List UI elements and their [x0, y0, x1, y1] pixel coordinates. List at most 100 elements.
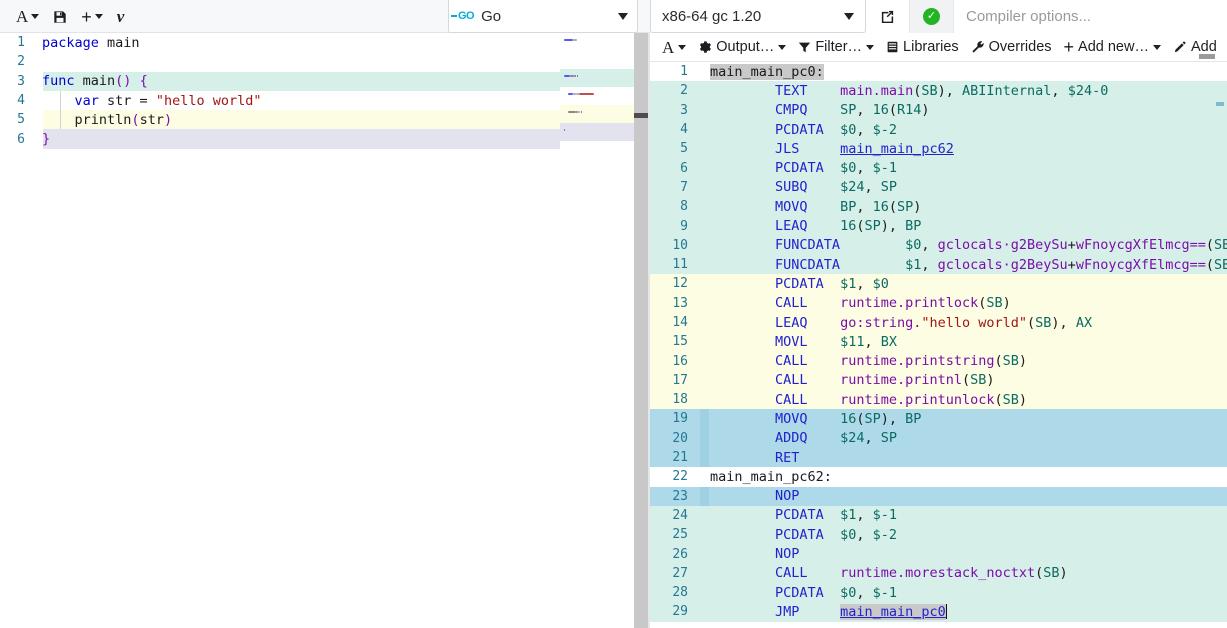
asm-line[interactable]: 3 CMPQ SP, 16(R14) [650, 100, 1227, 120]
asm-line[interactable]: 11 FUNCDATA $1, gclocals·g2BeySu+wFnoycg… [650, 254, 1227, 275]
asm-line-number: 11 [672, 257, 688, 273]
compile-status-button[interactable]: ✓ [910, 0, 954, 33]
asm-line[interactable]: 12 PCDATA $1, $0 [650, 274, 1227, 294]
minimap-highlight [560, 105, 634, 123]
libraries-button[interactable]: Libraries [880, 36, 965, 59]
asm-line[interactable]: 15 MOVL $11, BX [650, 332, 1227, 352]
source-line[interactable]: 1 package main [0, 33, 560, 52]
source-line-text: package main [42, 34, 140, 51]
source-line[interactable]: 3 func main() { [0, 71, 560, 91]
font-size-icon: A [16, 7, 29, 26]
asm-line-text: PCDATA $0, $-1 [775, 584, 897, 601]
indent-guide [60, 110, 61, 130]
compiler-options-input[interactable] [966, 8, 1215, 25]
add-new-button-label: Add new… [1078, 39, 1149, 55]
asm-line[interactable]: 20 ADDQ $24, SP [650, 428, 1227, 448]
asm-line[interactable]: 14 LEAQ go:string."hello world"(SB), AX [650, 312, 1227, 333]
source-line[interactable]: 2 [0, 52, 560, 71]
asm-line-text: NOP [775, 488, 800, 505]
asm-line[interactable]: 1 main_main_pc0: [650, 62, 1227, 81]
asm-line[interactable]: 9 LEAQ 16(SP), BP [650, 216, 1227, 236]
font-size-button[interactable]: A [9, 4, 46, 29]
chevron-down-icon [94, 14, 103, 19]
go-logo-icon: GO [450, 10, 475, 22]
pencil-icon [1174, 41, 1186, 53]
source-line[interactable]: 4 var str = "hello world" [0, 90, 560, 111]
asm-line[interactable]: 19 MOVQ 16(SP), BP [650, 409, 1227, 429]
external-link-icon [881, 10, 894, 23]
source-line-number: 4 [17, 93, 25, 109]
plus-icon: + [81, 6, 92, 27]
asm-line[interactable]: 24 PCDATA $1, $-1 [650, 505, 1227, 526]
language-selector-value: Go [481, 7, 502, 25]
asm-line-number: 26 [672, 546, 688, 562]
add-new-button[interactable]: + Add new… [1058, 36, 1167, 59]
add-button[interactable]: + [74, 4, 110, 29]
add-tool-button-label: Add [1190, 39, 1217, 55]
chevron-down-icon [1152, 44, 1161, 50]
editor-vertical-scrollbar[interactable] [634, 33, 648, 628]
filter-button-label: Filter… [815, 39, 863, 55]
asm-line-text: SUBQ $24, SP [775, 179, 897, 196]
asm-line[interactable]: 7 SUBQ $24, SP [650, 177, 1227, 198]
asm-line[interactable]: 29 JMP main_main_pc0 [650, 602, 1227, 622]
asm-line-text: PCDATA $1, $0 [775, 275, 889, 292]
overrides-button[interactable]: Overrides [965, 36, 1058, 59]
minimap-line [579, 93, 594, 95]
asm-line-text: PCDATA $0, $-2 [775, 121, 897, 138]
minimap-line [568, 111, 577, 113]
asm-line[interactable]: 28 PCDATA $0, $-1 [650, 583, 1227, 603]
asm-horizontal-scroll-thumb[interactable] [1199, 54, 1215, 59]
asm-line[interactable]: 17 CALL runtime.printnl(SB) [650, 370, 1227, 391]
asm-line[interactable]: 2 TEXT main.main(SB), ABIInternal, $24-0 [650, 81, 1227, 101]
asm-line[interactable]: 6 PCDATA $0, $-1 [650, 158, 1227, 178]
asm-line[interactable]: 8 MOVQ BP, 16(SP) [650, 197, 1227, 217]
assembly-output-pane[interactable]: 1 main_main_pc0: 2 TEXT main.main(SB), ABI… [650, 62, 1227, 628]
source-line[interactable]: 5 println(str) [0, 110, 560, 130]
minimap-line [564, 75, 570, 77]
asm-line[interactable]: 27 CALL runtime.morestack_noctxt(SB) [650, 563, 1227, 584]
gear-icon [700, 41, 712, 53]
editor-minimap[interactable] [560, 33, 634, 628]
editor-toolbar-buttons: A + v [0, 0, 131, 33]
source-line-text: func main() { [42, 73, 148, 90]
vim-icon: v [116, 7, 125, 26]
asm-line[interactable]: 23 NOP [650, 486, 1227, 506]
asm-line[interactable]: 5 JLS main_main_pc62 [650, 139, 1227, 159]
wrench-icon [972, 41, 984, 53]
source-code-lines[interactable]: 1 package main 2 3 func main() {4 var str = … [0, 33, 560, 628]
asm-line-number: 6 [680, 160, 688, 176]
asm-line-text: CMPQ SP, 16(R14) [775, 102, 930, 119]
filter-button[interactable]: Filter… [792, 36, 880, 59]
output-button[interactable]: Output… [692, 36, 792, 59]
asm-line[interactable]: 16 CALL runtime.printstring(SB) [650, 351, 1227, 371]
asm-line[interactable]: 4 PCDATA $0, $-2 [650, 119, 1227, 140]
asm-line[interactable]: 21 RET [650, 447, 1227, 468]
asm-line[interactable]: 10 FUNCDATA $0, gclocals·g2BeySu+wFnoycg… [650, 235, 1227, 255]
vim-mode-button[interactable]: v [110, 4, 132, 29]
language-selector[interactable]: GO Go [448, 0, 638, 33]
compiler-explorer-app: A + v GO Go x86-64 gc 1.20 ✓ Compiler op… [0, 0, 1227, 628]
open-in-new-window-button[interactable] [866, 0, 910, 33]
chevron-down-icon [618, 12, 628, 20]
compiler-bar: x86-64 gc 1.20 ✓ [650, 0, 1227, 33]
asm-line[interactable]: 26 NOP [650, 544, 1227, 564]
asm-line[interactable]: 13 CALL runtime.printlock(SB) [650, 293, 1227, 313]
asm-line-number: 28 [672, 585, 688, 601]
asm-line-number: 16 [672, 353, 688, 369]
asm-toolbar: A Output… Filter… Libraries Overrides + … [650, 33, 1227, 62]
compiler-selector[interactable]: x86-64 gc 1.20 [650, 0, 866, 33]
asm-font-size-button[interactable]: A [656, 36, 692, 59]
minimap-line [580, 111, 582, 113]
asm-line-number: 14 [672, 315, 688, 330]
editor-scroll-thumb[interactable] [634, 113, 648, 118]
asm-line[interactable]: 22 main_main_pc62: [650, 467, 1227, 486]
asm-line[interactable]: 18 CALL runtime.printunlock(SB) [650, 390, 1227, 410]
asm-line-number: 21 [672, 450, 688, 466]
asm-line[interactable]: 25 PCDATA $0, $-2 [650, 525, 1227, 545]
asm-line-text: PCDATA $0, $-1 [775, 160, 897, 177]
save-button[interactable] [46, 4, 74, 29]
source-line[interactable]: 6} [0, 129, 560, 149]
asm-line-text: main_main_pc62: [710, 468, 832, 485]
source-editor-pane: 1 package main 2 3 func main() {4 var str = … [0, 33, 648, 628]
